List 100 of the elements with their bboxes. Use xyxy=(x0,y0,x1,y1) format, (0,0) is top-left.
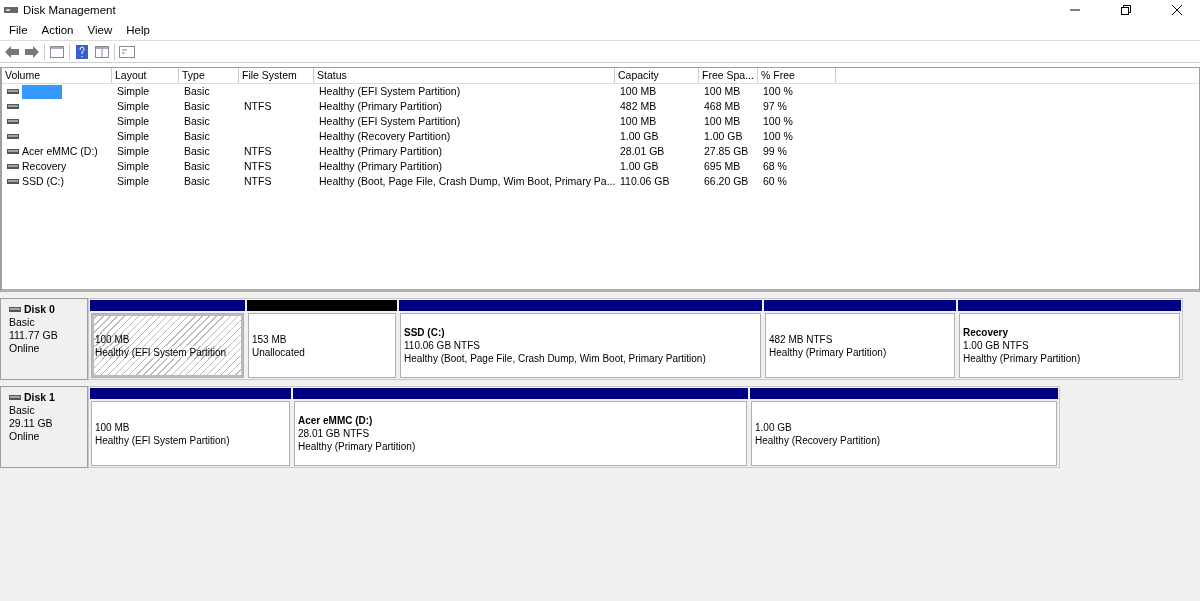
partition-detail: 1.00 GB NTFS xyxy=(963,339,1029,352)
table-cell: Basic xyxy=(184,129,210,144)
menu-item[interactable]: Help xyxy=(119,21,157,39)
partition-detail: Healthy (Primary Partition) xyxy=(298,440,416,453)
partition-detail: 28.01 GB NTFS xyxy=(298,427,370,440)
partition-block[interactable]: Recovery 1.00 GB NTFS Healthy (Primary Partition) xyxy=(959,313,1180,378)
table-cell: Basic xyxy=(184,114,210,129)
table-cell: Healthy (Boot, Page File, Crash Dump, Wim Boot, Primary Pa... xyxy=(319,174,616,189)
table-cell: 1.00 GB xyxy=(620,129,659,144)
table-cell: NTFS xyxy=(244,144,272,159)
table-cell: 468 MB xyxy=(704,99,741,114)
table-cell: NTFS xyxy=(244,159,272,174)
help-button[interactable] xyxy=(74,43,90,60)
table-cell: 68 % xyxy=(763,159,787,174)
disk-app-icon xyxy=(4,5,18,15)
partition-detail: 482 MB NTFS xyxy=(769,332,833,346)
table-cell: Simple xyxy=(117,84,150,99)
column-header[interactable]: Free Spa... xyxy=(699,68,758,83)
partition-block[interactable]: 482 MB NTFS Healthy (Primary Partition) xyxy=(765,313,955,378)
partition-detail: 1.00 GB xyxy=(755,420,792,434)
partition-detail: Healthy (Primary Partition) xyxy=(963,352,1081,365)
console-tree-button[interactable] xyxy=(49,43,65,60)
partition-detail: Healthy (Recovery Partition) xyxy=(755,433,881,447)
column-header[interactable]: Layout xyxy=(112,68,179,83)
table-cell: 100 % xyxy=(763,84,793,99)
table-cell: 1.00 GB xyxy=(620,159,659,174)
forward-button[interactable] xyxy=(24,43,40,60)
disk-info-panel[interactable]: Disk 0 Basic 111.77 GB Online xyxy=(0,298,88,380)
window-title: Disk Management xyxy=(23,4,117,16)
table-cell: 100 MB xyxy=(620,114,657,129)
menu-item[interactable]: File xyxy=(2,21,35,39)
table-cell: 100 MB xyxy=(704,114,741,129)
column-header[interactable]: Volume xyxy=(2,68,112,83)
table-cell: 99 % xyxy=(763,144,787,159)
partition-detail: 100 MB xyxy=(95,420,130,434)
table-cell: 695 MB xyxy=(704,159,741,174)
column-header[interactable]: Capacity xyxy=(615,68,699,83)
table-cell: Healthy (Primary Partition) xyxy=(319,99,443,114)
table-cell: 1.00 GB xyxy=(704,129,743,144)
partition-block[interactable]: 100 MB Healthy (EFI System Partition) xyxy=(91,401,290,466)
table-cell: Simple xyxy=(117,144,150,159)
drive-icon xyxy=(9,395,21,400)
table-cell: NTFS xyxy=(244,99,272,114)
drive-icon xyxy=(7,179,19,184)
table-cell: 28.01 GB xyxy=(620,144,665,159)
partition-detail: Unallocated xyxy=(252,345,305,359)
drive-icon xyxy=(7,119,19,124)
table-cell: Basic xyxy=(184,84,210,99)
drive-icon xyxy=(7,134,19,139)
partition-detail: Healthy (EFI System Partition xyxy=(95,345,227,359)
selection-highlight[interactable] xyxy=(22,84,62,99)
partition-block[interactable]: Acer eMMC (D:) 28.01 GB NTFS Healthy (Primary Partition) xyxy=(294,401,747,466)
close-icon xyxy=(1172,5,1182,15)
table-cell: Simple xyxy=(117,159,150,174)
pane-button[interactable] xyxy=(94,43,110,60)
table-cell: 60 % xyxy=(763,174,787,189)
disk-name: Disk 1 xyxy=(9,391,87,404)
partition-detail: Healthy (Primary Partition) xyxy=(769,345,887,359)
drive-icon xyxy=(7,164,19,169)
table-cell: Basic xyxy=(184,144,210,159)
partition-detail: 153 MB xyxy=(252,332,287,346)
menu-item[interactable]: Action xyxy=(34,21,81,39)
table-cell: Basic xyxy=(184,174,210,189)
column-header[interactable]: File System xyxy=(239,68,314,83)
partition-label: Acer eMMC (D:) xyxy=(298,414,373,427)
table-cell: Healthy (EFI System Partition) xyxy=(319,84,461,99)
partition-block[interactable]: 153 MB Unallocated xyxy=(248,313,396,378)
table-cell: 100 MB xyxy=(704,84,741,99)
column-header[interactable]: Type xyxy=(179,68,239,83)
partition-detail: Healthy (EFI System Partition) xyxy=(95,433,230,447)
drive-icon xyxy=(9,307,21,312)
partition-detail: Healthy (Boot, Page File, Crash Dump, Wim Boot, Primary Partition) xyxy=(404,352,706,365)
table-cell: Simple xyxy=(117,114,150,129)
table-cell: Healthy (EFI System Partition) xyxy=(319,114,461,129)
table-cell: 110.06 GB xyxy=(620,174,670,189)
table-cell: NTFS xyxy=(244,174,272,189)
table-cell: 100 % xyxy=(763,114,793,129)
table-cell: 66.20 GB xyxy=(704,174,749,189)
table-cell: Simple xyxy=(117,99,150,114)
table-cell: Healthy (Primary Partition) xyxy=(319,144,443,159)
table-cell: Basic xyxy=(184,159,210,174)
table-cell: 100 MB xyxy=(620,84,657,99)
drive-icon xyxy=(7,104,19,109)
partition-block[interactable]: 100 MB Healthy (EFI System Partition xyxy=(91,313,244,378)
menu-item[interactable]: View xyxy=(80,21,120,39)
table-cell: SSD (C:) xyxy=(22,174,64,189)
partition-block[interactable]: SSD (C:) 110.06 GB NTFS Healthy (Boot, Page File, Crash Dump, Wim Boot, Primary Partition) xyxy=(400,313,761,378)
partition-block[interactable]: 1.00 GB Healthy (Recovery Partition) xyxy=(751,401,1057,466)
partition-label: SSD (C:) xyxy=(404,326,445,339)
disk-info-panel[interactable]: Disk 1 Basic 29.11 GB Online xyxy=(0,386,88,468)
column-header[interactable]: % Free xyxy=(758,68,836,83)
table-cell: Basic xyxy=(184,99,210,114)
column-header[interactable]: Status xyxy=(314,68,615,83)
table-cell: 97 % xyxy=(763,99,787,114)
partition-detail: 100 MB xyxy=(95,332,130,346)
drive-icon xyxy=(7,89,19,94)
properties-button[interactable] xyxy=(119,43,135,60)
table-cell: Acer eMMC (D:) xyxy=(22,144,98,159)
table-cell: 100 % xyxy=(763,129,793,144)
table-cell: Healthy (Recovery Partition) xyxy=(319,129,451,144)
